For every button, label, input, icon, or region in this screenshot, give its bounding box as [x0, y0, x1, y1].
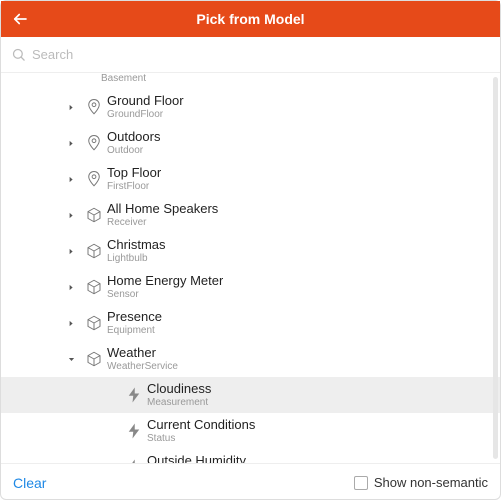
tree-item-icon [81, 278, 107, 296]
footer: Clear Show non-semantic [1, 463, 500, 501]
search-input[interactable] [32, 47, 490, 62]
lightning-icon [125, 422, 143, 440]
tree-item-sublabel: GroundFloor [107, 109, 184, 121]
lightning-icon [125, 386, 143, 404]
show-non-semantic-checkbox[interactable]: Show non-semantic [354, 475, 488, 490]
chevron-right-icon[interactable] [61, 319, 81, 328]
tree-item-sublabel: Sensor [107, 289, 223, 301]
chevron-right-icon[interactable] [61, 283, 81, 292]
tree-item-label: Weather [107, 346, 178, 361]
tree-item-sublabel: Equipment [107, 325, 162, 337]
tree-item[interactable]: Current ConditionsStatus [1, 413, 500, 449]
chevron-right-icon[interactable] [61, 247, 81, 256]
tree-item-label: Christmas [107, 238, 166, 253]
checkbox-box[interactable] [354, 476, 368, 490]
tree-item-sublabel: Receiver [107, 217, 218, 229]
tree-item-sublabel: Basement [101, 73, 146, 84]
location-pin-icon [85, 134, 103, 152]
tree-item-label: Home Energy Meter [107, 274, 223, 289]
tree-item[interactable]: CloudinessMeasurement [1, 377, 500, 413]
cube-icon [85, 314, 103, 332]
cube-icon [85, 278, 103, 296]
search-icon [11, 47, 26, 62]
tree-item[interactable]: OutdoorsOutdoor [1, 125, 500, 161]
tree-item-sublabel: Lightbulb [107, 253, 166, 265]
tree-item-label: Outside Humidity [147, 454, 256, 463]
tree-item-icon [121, 422, 147, 440]
tree-item[interactable]: Ground FloorGroundFloor [1, 89, 500, 125]
chevron-right-icon[interactable] [61, 103, 81, 112]
header: Pick from Model [1, 1, 500, 37]
model-tree[interactable]: Basement Ground FloorGroundFloorOutdoors… [1, 73, 500, 463]
scrollbar[interactable] [493, 77, 498, 459]
back-button[interactable] [11, 1, 29, 37]
tree-item-icon [81, 170, 107, 188]
tree-item-label: Ground Floor [107, 94, 184, 109]
tree-item-icon [121, 458, 147, 463]
tree-item[interactable]: All Home SpeakersReceiver [1, 197, 500, 233]
lightning-icon [125, 458, 143, 463]
tree-item-icon [121, 386, 147, 404]
page-title: Pick from Model [1, 11, 500, 27]
tree-item-icon [81, 350, 107, 368]
cube-icon [85, 206, 103, 224]
tree-item[interactable]: PresenceEquipment [1, 305, 500, 341]
tree-item-label: All Home Speakers [107, 202, 218, 217]
tree-item-sublabel: WeatherService [107, 361, 178, 373]
cube-icon [85, 350, 103, 368]
search-bar[interactable] [1, 37, 500, 73]
clear-button[interactable]: Clear [13, 475, 46, 491]
tree-item-icon [81, 242, 107, 260]
tree-item-label: Outdoors [107, 130, 160, 145]
tree-item[interactable]: ChristmasLightbulb [1, 233, 500, 269]
chevron-right-icon[interactable] [61, 175, 81, 184]
tree-item-sublabel: Status [147, 433, 255, 445]
tree-item-icon [81, 134, 107, 152]
tree-item-label: Current Conditions [147, 418, 255, 433]
tree-item-sublabel: Outdoor [107, 145, 160, 157]
chevron-down-icon[interactable] [61, 355, 81, 364]
location-pin-icon [85, 98, 103, 116]
chevron-right-icon[interactable] [61, 139, 81, 148]
tree-item[interactable]: WeatherWeatherService [1, 341, 500, 377]
tree-item-sublabel: FirstFloor [107, 181, 161, 193]
tree-item-partial[interactable]: Basement [1, 73, 500, 89]
tree-item-label: Presence [107, 310, 162, 325]
tree-item-icon [81, 98, 107, 116]
chevron-right-icon[interactable] [61, 211, 81, 220]
arrow-left-icon [11, 10, 29, 28]
tree-item[interactable]: Top FloorFirstFloor [1, 161, 500, 197]
tree-item-sublabel: Measurement [147, 397, 211, 409]
cube-icon [85, 242, 103, 260]
tree-item-icon [81, 314, 107, 332]
tree-item[interactable]: Outside HumidityMeasurement (Humidity) [1, 449, 500, 463]
location-pin-icon [85, 170, 103, 188]
checkbox-label: Show non-semantic [374, 475, 488, 490]
tree-item[interactable]: Home Energy MeterSensor [1, 269, 500, 305]
tree-item-icon [81, 206, 107, 224]
tree-item-label: Cloudiness [147, 382, 211, 397]
tree-item-label: Top Floor [107, 166, 161, 181]
